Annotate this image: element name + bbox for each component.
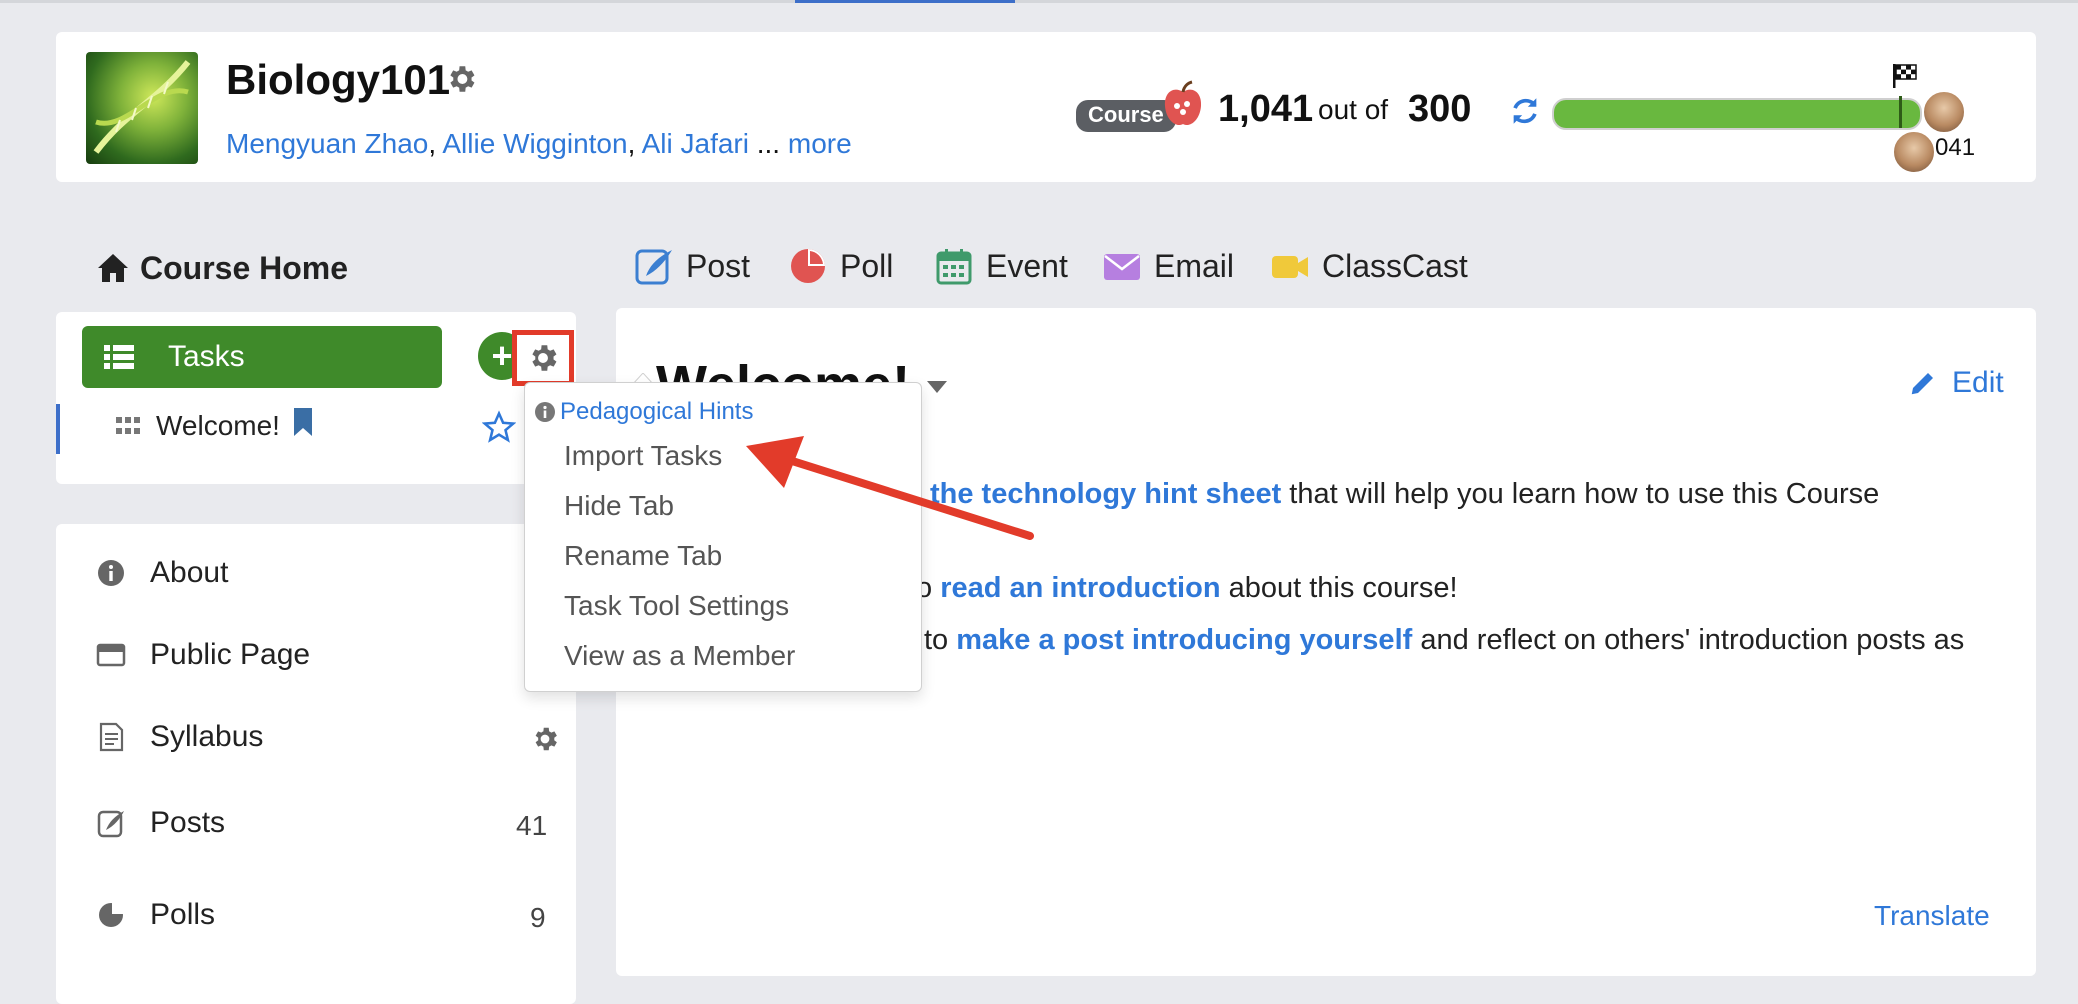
grid-icon <box>116 416 140 436</box>
poll-tool-label: Poll <box>840 247 894 284</box>
course-home-link[interactable]: Course Home <box>140 250 348 287</box>
post-tool-button[interactable]: Post <box>634 244 750 288</box>
nav-item-label: Posts <box>150 806 226 839</box>
course-thumbnail[interactable] <box>86 52 198 164</box>
email-tool-button[interactable]: Email <box>1102 244 1234 288</box>
nav-item-label: Public Page <box>150 638 311 671</box>
home-icon <box>96 252 130 284</box>
instructor-separator: , <box>428 128 437 159</box>
task-item-welcome[interactable]: Welcome! <box>156 410 280 442</box>
more-instructors-link[interactable]: more <box>788 128 852 159</box>
annotation-arrow-icon <box>746 436 1034 540</box>
nav-item-label: Polls <box>150 898 216 931</box>
content-text: and reflect on others' introduction post… <box>1412 624 1965 656</box>
list-icon <box>104 345 134 369</box>
tasks-tab-label: Tasks <box>168 340 245 373</box>
points-out-of-label: out of <box>1318 94 1389 125</box>
content-paragraph: the technology hint sheet that will help… <box>930 478 1879 511</box>
menu-item-hide-tab[interactable]: Hide Tab <box>564 490 674 522</box>
info-icon <box>98 560 124 586</box>
content-text: about this course! <box>1220 572 1458 604</box>
translate-link[interactable]: Translate <box>1874 900 1990 932</box>
calendar-icon <box>936 249 972 285</box>
star-icon[interactable] <box>481 410 517 444</box>
avatar-points-count: 041 <box>1935 134 1976 161</box>
pedagogical-hints-link[interactable]: Pedagogical Hints <box>534 398 753 426</box>
top-nav-active-indicator <box>795 0 1015 3</box>
instructor-link[interactable]: Allie Wigginton <box>442 128 627 159</box>
read-introduction-link[interactable]: read an introduction <box>940 572 1220 604</box>
posts-count: 41 <box>516 810 548 841</box>
points-progress-fill <box>1554 100 1920 128</box>
points-progress-bar <box>1552 98 1922 130</box>
envelope-icon <box>1104 254 1140 280</box>
menu-item-import-tasks[interactable]: Import Tasks <box>564 440 722 472</box>
menu-item-task-tool-settings[interactable]: Task Tool Settings <box>564 590 789 622</box>
instructor-ellipsis: ... <box>756 128 781 159</box>
bookmark-icon <box>292 406 314 438</box>
points-earned: 1,041 <box>1218 88 1314 130</box>
pedagogical-hints-label: Pedagogical Hints <box>560 398 754 425</box>
nav-item-label: Syllabus <box>150 720 264 753</box>
dna-icon <box>93 60 191 154</box>
gear-icon <box>532 345 557 371</box>
content-text: that will help you learn how to use this… <box>1281 478 1880 510</box>
syllabus-settings-gear-icon[interactable] <box>530 724 560 754</box>
apple-icon <box>1160 80 1206 130</box>
classcast-tool-button[interactable]: ClassCast <box>1270 244 1468 288</box>
pie-icon <box>99 902 124 927</box>
classcast-tool-label: ClassCast <box>1322 247 1468 284</box>
course-nav-card <box>56 524 576 1004</box>
video-camera-icon <box>1272 256 1308 278</box>
nav-item-label: About <box>150 556 229 589</box>
poll-tool-button[interactable]: Poll <box>788 244 893 288</box>
points-max: 300 <box>1408 88 1472 130</box>
event-tool-label: Event <box>986 247 1068 284</box>
nav-item-syllabus[interactable]: Syllabus <box>96 720 263 754</box>
top-nav-rule <box>0 0 2078 3</box>
polls-count: 9 <box>530 902 546 933</box>
selected-item-indicator <box>56 404 60 454</box>
avatar[interactable] <box>1892 130 1936 174</box>
instructor-link[interactable]: Mengyuan Zhao <box>226 128 428 159</box>
nav-item-public-page[interactable]: Public Page <box>96 638 310 672</box>
window-icon <box>96 643 126 667</box>
refresh-icon[interactable] <box>1508 94 1542 128</box>
content-text: to <box>924 624 957 656</box>
make-introduction-post-link[interactable]: make a post introducing yourself <box>956 624 1412 656</box>
document-icon <box>99 722 124 752</box>
menu-item-rename-tab[interactable]: Rename Tab <box>564 540 722 572</box>
progress-goal-marker <box>1899 96 1902 128</box>
pencil-icon <box>1911 373 1933 395</box>
nav-item-polls[interactable]: Polls <box>96 898 215 932</box>
checkered-flag-icon <box>1890 62 1918 90</box>
post-icon <box>635 249 672 285</box>
pie-chart-icon <box>791 249 825 283</box>
instructor-list: Mengyuan Zhao, Allie Wigginton, Ali Jafa… <box>226 128 852 160</box>
avatar[interactable] <box>1922 90 1966 134</box>
course-settings-gear-icon[interactable] <box>444 62 478 96</box>
course-title: Biology101 <box>226 56 451 103</box>
nav-item-posts[interactable]: Posts <box>96 806 225 840</box>
edit-label: Edit <box>1952 366 2004 399</box>
content-paragraph: to make a post introducing yourself and … <box>924 624 1964 657</box>
edit-button[interactable]: Edit <box>1908 366 2004 400</box>
post-icon <box>97 810 124 838</box>
tasks-tab-button[interactable]: Tasks <box>82 326 442 388</box>
content-paragraph: o read an introduction about this course… <box>916 572 1458 605</box>
menu-item-view-as-member[interactable]: View as a Member <box>564 640 795 672</box>
nav-item-about[interactable]: About <box>96 556 228 590</box>
instructor-link[interactable]: Ali Jafari <box>642 128 749 159</box>
instructor-separator: , <box>627 128 636 159</box>
info-icon <box>535 402 555 422</box>
post-tool-label: Post <box>686 247 751 284</box>
email-tool-label: Email <box>1154 247 1235 284</box>
event-tool-button[interactable]: Event <box>934 244 1068 288</box>
tasks-settings-gear-highlight[interactable] <box>512 330 574 386</box>
chevron-down-icon[interactable] <box>926 380 948 394</box>
